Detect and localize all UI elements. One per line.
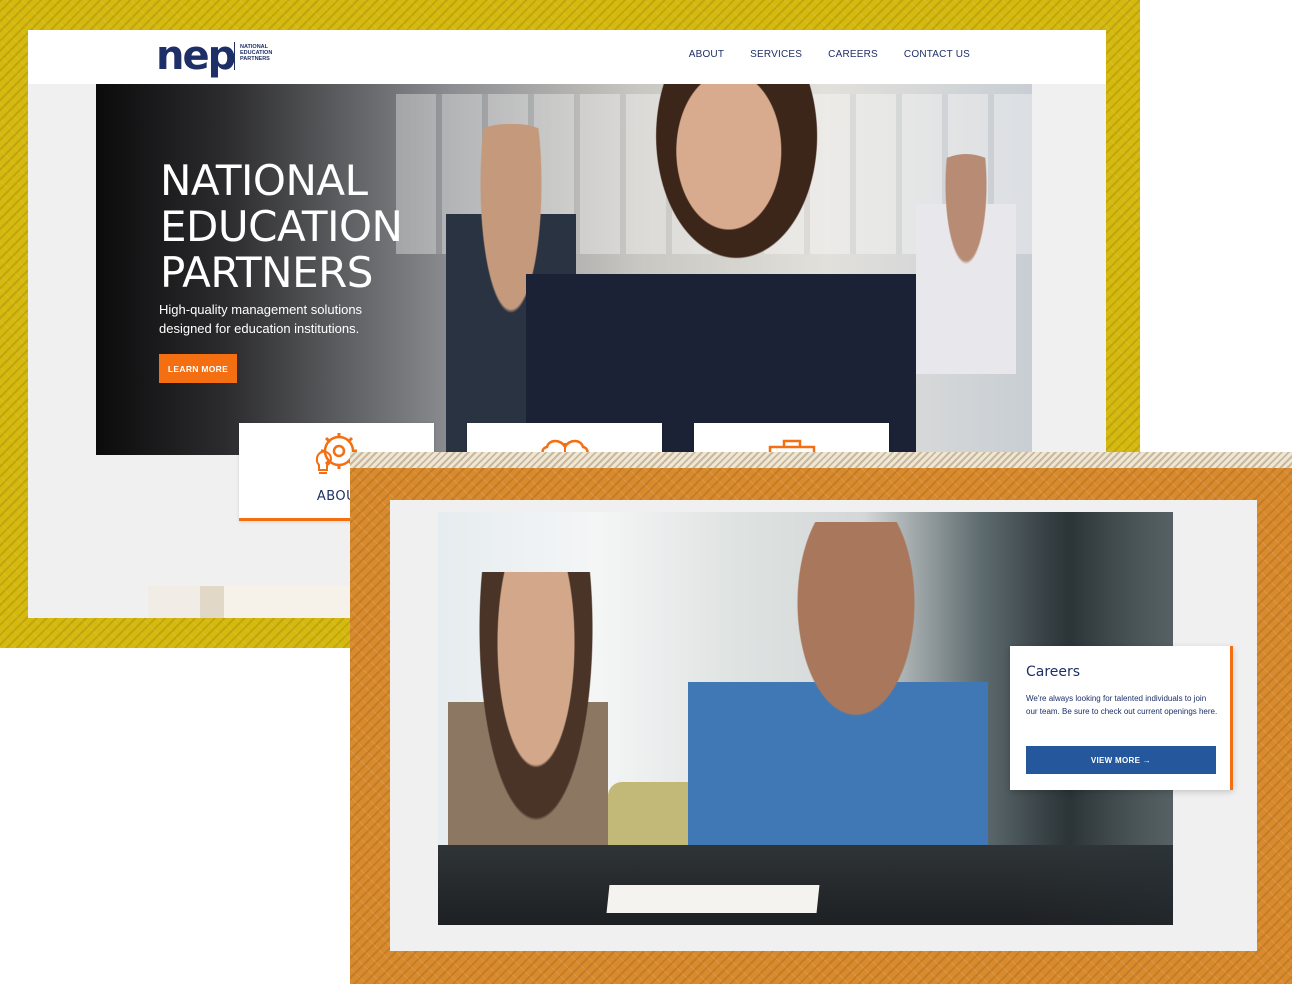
- hero-photo-woman: [526, 84, 916, 455]
- hero-photo-colleague: [916, 154, 1016, 374]
- learn-more-button[interactable]: LEARN MORE: [159, 354, 237, 383]
- view-more-button[interactable]: VIEW MORE →: [1026, 746, 1216, 774]
- nav-services[interactable]: SERVICES: [750, 49, 802, 60]
- next-section-image-edge: [148, 586, 368, 618]
- meeting-photo-notebook: [606, 885, 820, 913]
- logo-divider: [234, 42, 235, 70]
- main-nav: ABOUT SERVICES CAREERS CONTACT US: [689, 49, 970, 60]
- nav-careers[interactable]: CAREERS: [828, 49, 878, 60]
- navbar: nep NATIONAL EDUCATION PARTNERS ABOUT SE…: [28, 30, 1106, 84]
- hero-subtitle-line: High-quality management solutions: [159, 302, 363, 317]
- careers-section-screen: Careers We're always looking for talente…: [390, 500, 1257, 951]
- hero-title-line: EDUCATION: [160, 202, 403, 251]
- nav-contact-us[interactable]: CONTACT US: [904, 49, 970, 60]
- careers-title: Careers: [1026, 664, 1081, 680]
- hero-title-line: NATIONAL: [160, 156, 368, 205]
- hero-title-line: PARTNERS: [160, 248, 373, 297]
- logo-text-line: PARTNERS: [240, 56, 270, 62]
- logo-mark: nep: [156, 33, 236, 79]
- nav-about[interactable]: ABOUT: [689, 49, 724, 60]
- hero-banner: NATIONAL EDUCATION PARTNERS High-quality…: [96, 84, 1032, 455]
- logo-text: NATIONAL EDUCATION PARTNERS: [240, 44, 300, 62]
- logo[interactable]: nep NATIONAL EDUCATION PARTNERS: [156, 36, 306, 78]
- hero-subtitle: High-quality management solutions design…: [159, 300, 399, 338]
- careers-description: We're always looking for talented indivi…: [1026, 694, 1218, 716]
- hero-subtitle-line: designed for education institutions.: [159, 321, 360, 336]
- torn-paper-edge: [350, 452, 1292, 468]
- screenshot-frame-orange: Careers We're always looking for talente…: [350, 452, 1292, 984]
- careers-card: Careers We're always looking for talente…: [1010, 646, 1233, 790]
- hero-title: NATIONAL EDUCATION PARTNERS: [160, 158, 460, 296]
